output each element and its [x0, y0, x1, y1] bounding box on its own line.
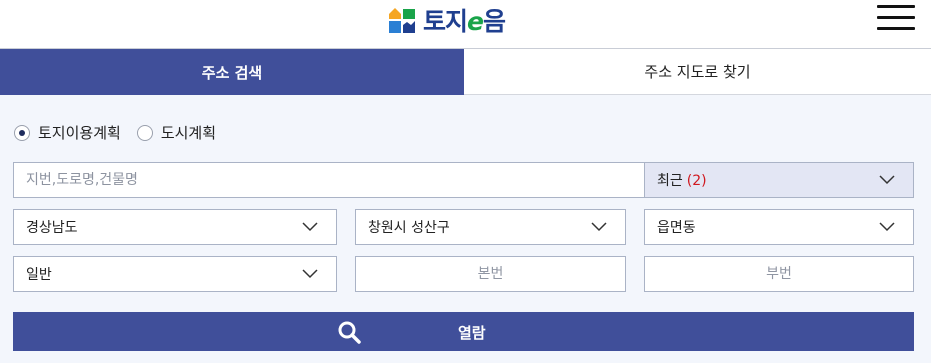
search-tabs: 주소 검색 주소 지도로 찾기: [0, 49, 931, 95]
tab-address-search[interactable]: 주소 검색: [0, 49, 464, 95]
sub-lot-number-input[interactable]: [644, 256, 914, 292]
recent-dropdown[interactable]: 최근 (2): [644, 162, 914, 198]
sido-select[interactable]: 경상남도: [13, 209, 337, 245]
logo-mark-icon: [389, 8, 415, 33]
lot-type-select[interactable]: 일반: [13, 256, 337, 292]
lot-type-value: 일반: [26, 267, 52, 283]
chevron-down-icon: [591, 222, 607, 232]
view-button-label: 열람: [458, 324, 486, 342]
recent-label: 최근: [657, 173, 683, 189]
logo[interactable]: 토지e음: [387, 5, 506, 36]
chevron-down-icon: [302, 269, 318, 279]
search-icon: [338, 321, 361, 344]
plan-type-radios: 토지이용계획 도시계획: [14, 122, 232, 143]
sido-value: 경상남도: [26, 220, 78, 236]
radio-label: 토지이용계획: [38, 124, 121, 142]
chevron-down-icon: [879, 175, 895, 185]
main-lot-number-input[interactable]: [355, 256, 626, 292]
chevron-down-icon: [879, 222, 895, 232]
radio-label: 도시계획: [160, 124, 217, 142]
hamburger-menu-icon[interactable]: [877, 3, 915, 30]
dong-select[interactable]: 읍면동: [644, 209, 914, 245]
dong-value: 읍면동: [657, 220, 696, 236]
recent-count: (2): [686, 173, 707, 189]
view-button[interactable]: 열람: [13, 312, 914, 351]
chevron-down-icon: [302, 222, 318, 232]
radio-checked-icon: [14, 124, 30, 141]
sigungu-select[interactable]: 창원시 성산구: [355, 209, 626, 245]
header: 토지e음: [0, 0, 931, 49]
address-search-input[interactable]: [13, 162, 645, 198]
radio-city-plan[interactable]: 도시계획: [136, 122, 217, 143]
logo-text: 토지e음: [423, 7, 506, 36]
radio-land-use-plan[interactable]: 토지이용계획: [14, 122, 121, 143]
sigungu-value: 창원시 성산구: [368, 220, 450, 236]
radio-unchecked-icon: [136, 124, 153, 141]
tab-map-search[interactable]: 주소 지도로 찾기: [464, 49, 931, 95]
